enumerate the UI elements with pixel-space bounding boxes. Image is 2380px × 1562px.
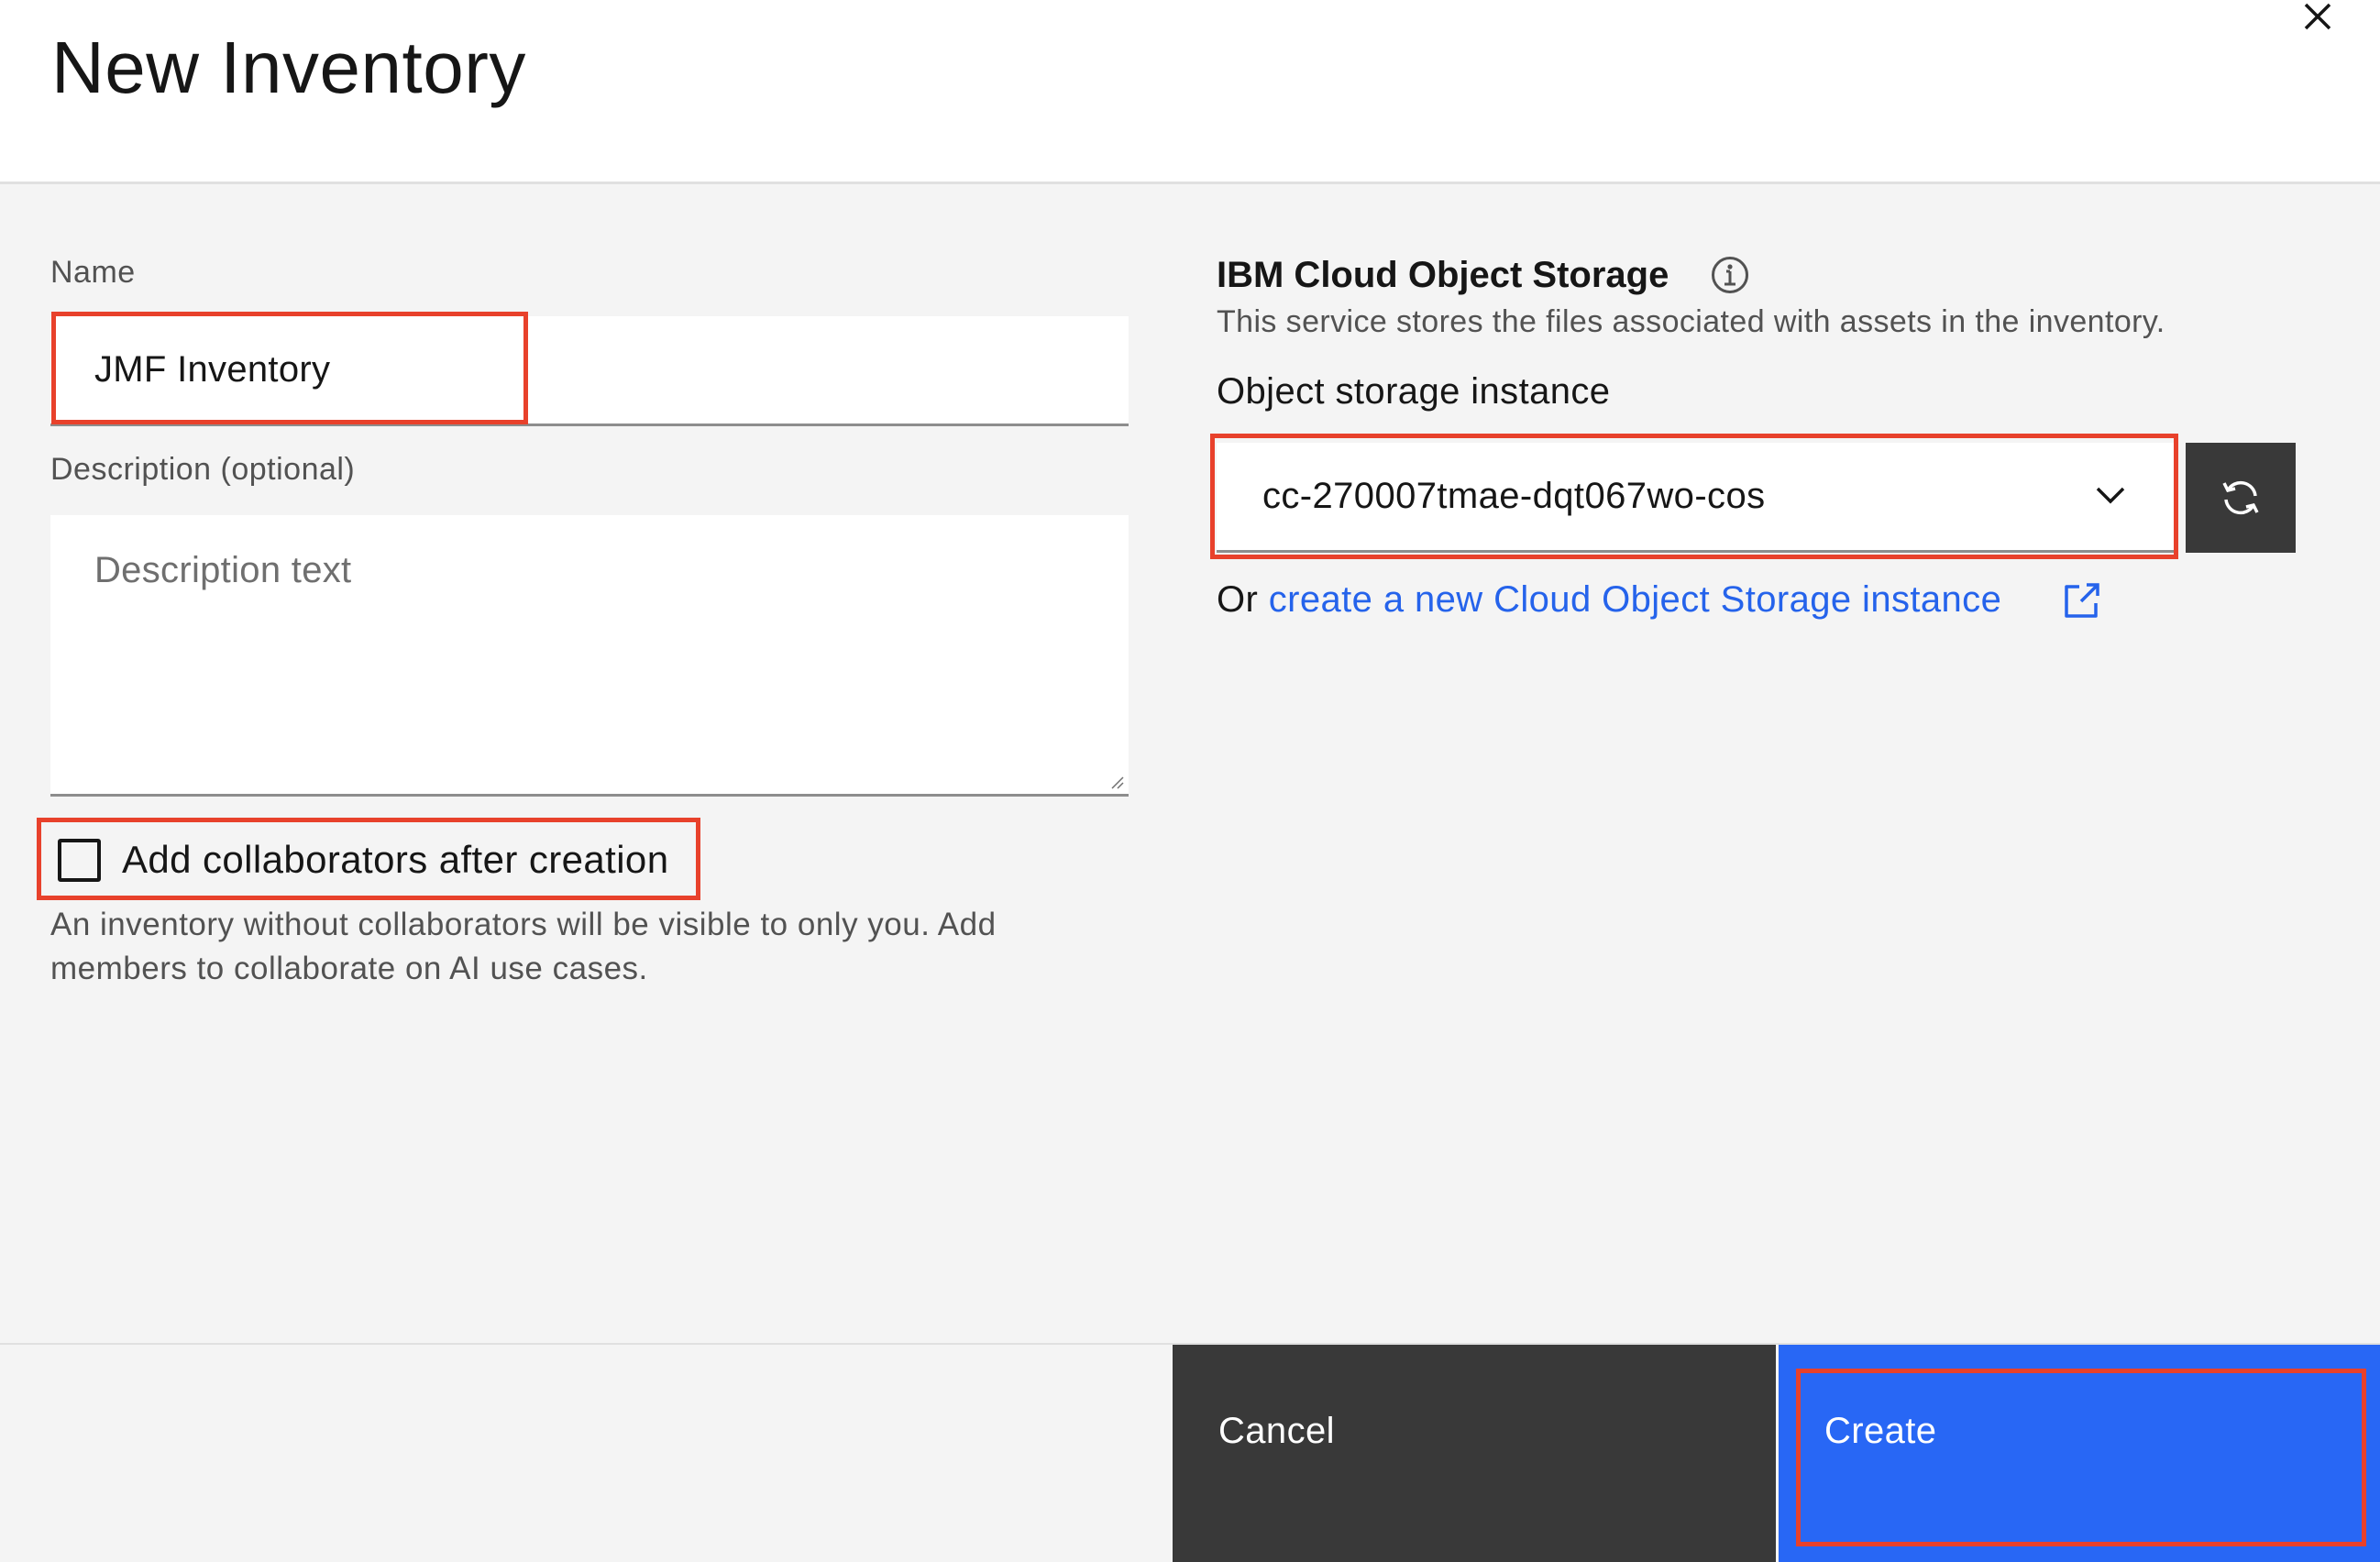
storage-instance-value: cc-270007tmae-dqt067wo-cos <box>1262 476 1766 516</box>
instance-label: Object storage instance <box>1217 371 1611 412</box>
chevron-down-icon <box>2096 487 2125 504</box>
name-label: Name <box>50 255 136 290</box>
close-button[interactable] <box>2292 0 2343 37</box>
description-textarea[interactable]: Description text <box>50 515 1129 797</box>
cancel-button[interactable]: Cancel <box>1173 1345 1776 1562</box>
launch-icon[interactable] <box>2063 581 2101 620</box>
collaborators-helper-text: An inventory without collaborators will … <box>50 907 997 986</box>
refresh-button[interactable] <box>2186 443 2296 553</box>
cancel-button-label: Cancel <box>1218 1411 1335 1451</box>
link-prefix: Or <box>1217 579 1269 620</box>
create-cos-instance-link[interactable]: create a new Cloud Object Storage instan… <box>1269 579 2001 620</box>
description-placeholder: Description text <box>94 550 352 590</box>
description-label: Description (optional) <box>50 452 356 487</box>
dialog-header: New Inventory <box>0 0 2380 182</box>
info-icon[interactable] <box>1711 256 1749 294</box>
resize-grip-icon[interactable] <box>1110 776 1125 790</box>
header-divider <box>0 182 2380 184</box>
collaborators-checkbox-label[interactable]: Add collaborators after creation <box>122 836 668 884</box>
storage-description: This service stores the files associated… <box>1217 304 2165 339</box>
create-button-label: Create <box>1824 1411 1937 1451</box>
dialog-title: New Inventory <box>51 27 526 108</box>
name-input-value: JMF Inventory <box>94 349 331 390</box>
refresh-icon <box>2222 480 2259 515</box>
collaborators-checkbox[interactable] <box>58 839 101 882</box>
storage-section-title: IBM Cloud Object Storage <box>1217 255 1669 295</box>
create-instance-row: Or create a new Cloud Object Storage ins… <box>1217 578 2001 622</box>
name-input[interactable]: JMF Inventory <box>50 316 1129 426</box>
create-button[interactable]: Create <box>1779 1345 2380 1562</box>
close-icon <box>2304 3 2331 30</box>
storage-instance-select[interactable]: cc-270007tmae-dqt067wo-cos <box>1217 443 2175 553</box>
